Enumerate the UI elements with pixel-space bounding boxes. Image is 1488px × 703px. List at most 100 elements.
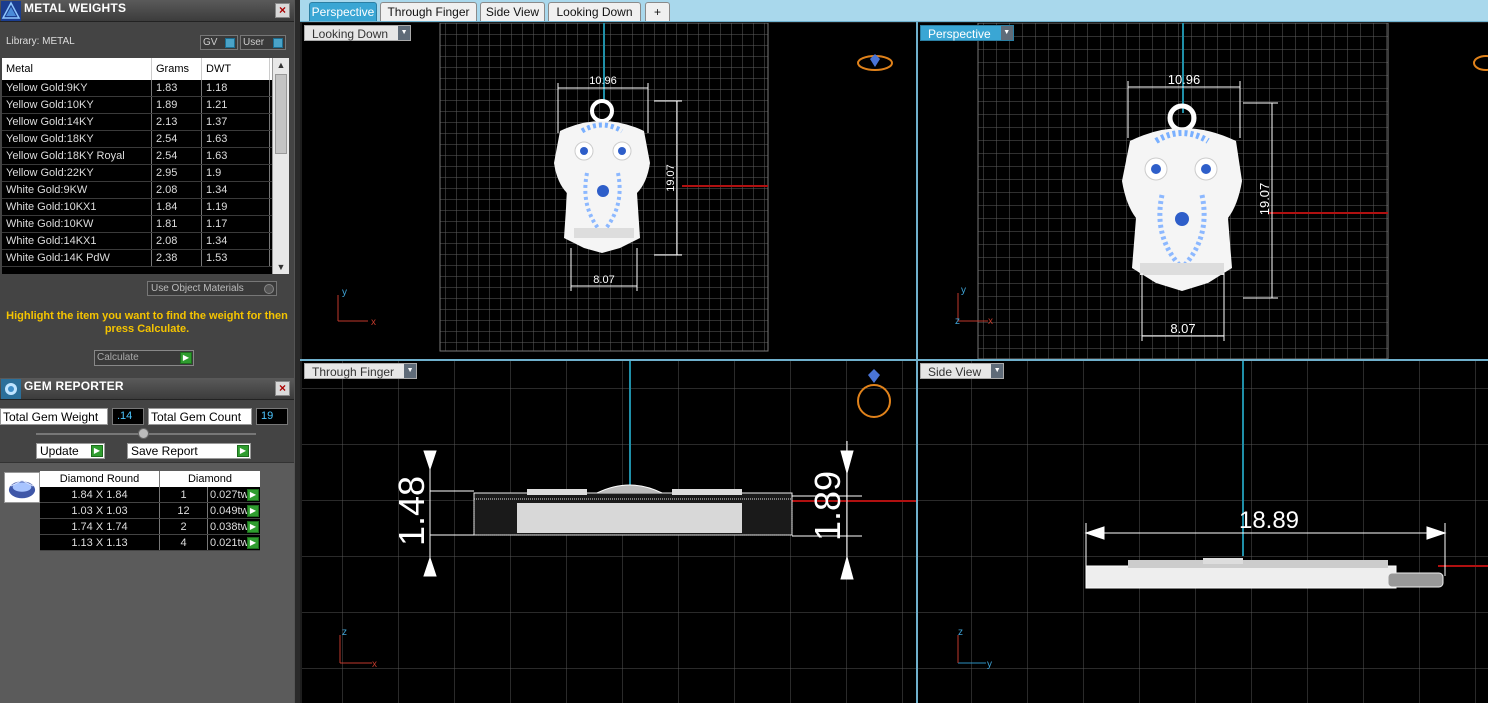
gem-count-cell: 2 <box>160 519 208 534</box>
dim-length: 18.89 <box>1239 507 1299 534</box>
add-tab-button[interactable]: + <box>645 2 670 21</box>
tab-perspective[interactable]: Perspective <box>309 2 377 21</box>
tab-looking-down[interactable]: Looking Down <box>548 2 641 21</box>
metal-column-header[interactable]: Metal <box>2 58 152 80</box>
save-report-button[interactable]: Save Report ▶ <box>127 443 251 459</box>
metal-cell: Yellow Gold:18KY <box>2 131 152 147</box>
dropdown-arrow-icon: ▼ <box>1000 26 1013 40</box>
total-gem-count-label: Total Gem Count <box>148 408 252 425</box>
table-row[interactable]: Yellow Gold:9KY 1.83 1.18 <box>2 80 272 97</box>
axis-x-label: x <box>988 316 993 327</box>
viewport-side-view[interactable]: 18.89 z y Side View ▼ <box>918 361 1488 703</box>
table-row[interactable]: 1.03 X 1.03 12 0.049tw ▶ <box>40 503 260 519</box>
gem-slider-knob[interactable] <box>138 428 149 439</box>
scroll-up-icon[interactable]: ▲ <box>273 58 289 72</box>
round-diamond-icon[interactable] <box>4 472 40 503</box>
ring-orientation-icon[interactable] <box>1473 55 1488 71</box>
gem-weight-text: 0.027tw <box>210 489 249 501</box>
grams-cell: 1.84 <box>152 199 202 215</box>
viewport-menu-side-view[interactable]: Side View ▼ <box>920 363 1005 379</box>
table-row[interactable]: Yellow Gold:10KY 1.89 1.21 <box>2 97 272 114</box>
table-row[interactable]: White Gold:14K PdW 2.38 1.53 <box>2 250 272 267</box>
metal-cell: Yellow Gold:14KY <box>2 114 152 130</box>
use-object-materials-label: Use Object Materials <box>151 283 244 294</box>
dim-height: 19.07 <box>665 164 677 192</box>
table-row[interactable]: White Gold:14KX1 2.08 1.34 <box>2 233 272 250</box>
gem-size-cell: 1.03 X 1.03 <box>40 503 160 518</box>
gem-weight-text: 0.021tw <box>210 537 249 549</box>
gem-reporter-header: GEM REPORTER × <box>0 378 294 400</box>
dwt-cell: 1.34 <box>202 182 270 198</box>
dwt-column-header[interactable]: DWT <box>202 58 270 80</box>
update-button[interactable]: Update ▶ <box>36 443 105 459</box>
gem-weight-text: 0.038tw <box>210 521 249 533</box>
axis-z-label: z <box>955 316 960 327</box>
viewport-menu-through-finger[interactable]: Through Finger ▼ <box>304 363 418 379</box>
viewport-divider-vertical[interactable] <box>916 22 918 703</box>
grams-cell: 2.95 <box>152 165 202 181</box>
total-gem-count-value: 19 <box>256 408 288 425</box>
gem-count-cell: 12 <box>160 503 208 518</box>
gem-weight-text: 0.049tw <box>210 505 249 517</box>
ring-orientation-icon[interactable] <box>857 54 893 71</box>
scroll-down-icon[interactable]: ▼ <box>273 260 289 274</box>
viewport-menu-perspective[interactable]: Perspective ▼ <box>920 25 1014 41</box>
metal-cell: White Gold:14K PdW <box>2 250 152 266</box>
metal-weights-header: METAL WEIGHTS × <box>0 0 294 22</box>
grams-column-header[interactable]: Grams <box>152 58 202 80</box>
metal-cell: White Gold:10KX1 <box>2 199 152 215</box>
scroll-thumb[interactable] <box>275 74 287 154</box>
axis-z-label: z <box>958 627 963 638</box>
viewport-through-finger[interactable]: 1.48 1.89 z x Through Finger ▼ <box>302 361 916 703</box>
grams-cell: 2.54 <box>152 131 202 147</box>
viewport-label: Side View <box>928 365 982 379</box>
table-row[interactable]: 1.74 X 1.74 2 0.038tw ▶ <box>40 519 260 535</box>
metal-weights-title: METAL WEIGHTS <box>24 1 127 15</box>
panel-splitter[interactable] <box>294 0 300 703</box>
calculate-button[interactable]: Calculate ▶ <box>94 350 194 366</box>
viewport-menu-looking-down[interactable]: Looking Down ▼ <box>304 25 412 41</box>
dwt-cell: 1.34 <box>202 233 270 249</box>
tab-side-view[interactable]: Side View <box>480 2 545 21</box>
axis-x-label: x <box>371 317 376 328</box>
table-row[interactable]: 1.84 X 1.84 1 0.027tw ▶ <box>40 487 260 503</box>
gem-weight-cell: 0.049tw ▶ <box>208 503 260 518</box>
grams-cell: 2.54 <box>152 148 202 164</box>
viewport-looking-down[interactable]: 10.96 19.07 8.07 y x Looking Down ▼ <box>302 23 916 359</box>
dim-height: 19.07 <box>1257 183 1272 216</box>
dim-width-top: 10.96 <box>589 75 617 87</box>
radio-icon <box>264 284 274 294</box>
metal-weights-close-button[interactable]: × <box>275 3 290 18</box>
use-object-materials-toggle[interactable]: Use Object Materials <box>147 281 277 296</box>
table-row[interactable]: White Gold:9KW 2.08 1.34 <box>2 182 272 199</box>
metal-table-header: Metal Grams DWT <box>2 58 272 80</box>
table-row[interactable]: Yellow Gold:18KY Royal 2.54 1.63 <box>2 148 272 165</box>
calculate-hint: Highlight the item you want to find the … <box>6 310 288 335</box>
axis-y-label: y <box>987 659 992 670</box>
gv-toggle[interactable]: GV <box>200 35 238 50</box>
metal-table-scrollbar[interactable]: ▲ ▼ <box>272 58 289 274</box>
play-arrow-icon[interactable]: ▶ <box>247 521 259 533</box>
viewport-divider-horizontal[interactable] <box>300 359 1488 361</box>
play-arrow-icon[interactable]: ▶ <box>247 537 259 549</box>
table-row[interactable]: White Gold:10KW 1.81 1.17 <box>2 216 272 233</box>
tab-through-finger[interactable]: Through Finger <box>380 2 477 21</box>
play-arrow-icon: ▶ <box>91 445 103 457</box>
gem-reporter-close-button[interactable]: × <box>275 381 290 396</box>
pendant-front-profile <box>473 484 793 536</box>
axis-z-label: z <box>342 627 347 638</box>
table-row[interactable]: White Gold:10KX1 1.84 1.19 <box>2 199 272 216</box>
user-toggle[interactable]: User <box>240 35 286 50</box>
perspective-canvas: 10.96 19.07 8.07 y z x <box>955 23 1488 359</box>
table-row[interactable]: Yellow Gold:18KY 2.54 1.63 <box>2 131 272 148</box>
gem-size-cell: 1.84 X 1.84 <box>40 487 160 502</box>
table-row[interactable]: Yellow Gold:14KY 2.13 1.37 <box>2 114 272 131</box>
metal-cell: Yellow Gold:9KY <box>2 80 152 96</box>
dwt-cell: 1.18 <box>202 80 270 96</box>
play-arrow-icon[interactable]: ▶ <box>247 489 259 501</box>
gem-size-cell: 1.13 X 1.13 <box>40 535 160 550</box>
table-row[interactable]: Yellow Gold:22KY 2.95 1.9 <box>2 165 272 182</box>
viewport-perspective[interactable]: 10.96 19.07 8.07 y z x Perspective ▼ <box>918 23 1488 359</box>
play-arrow-icon[interactable]: ▶ <box>247 505 259 517</box>
table-row[interactable]: 1.13 X 1.13 4 0.021tw ▶ <box>40 535 260 551</box>
